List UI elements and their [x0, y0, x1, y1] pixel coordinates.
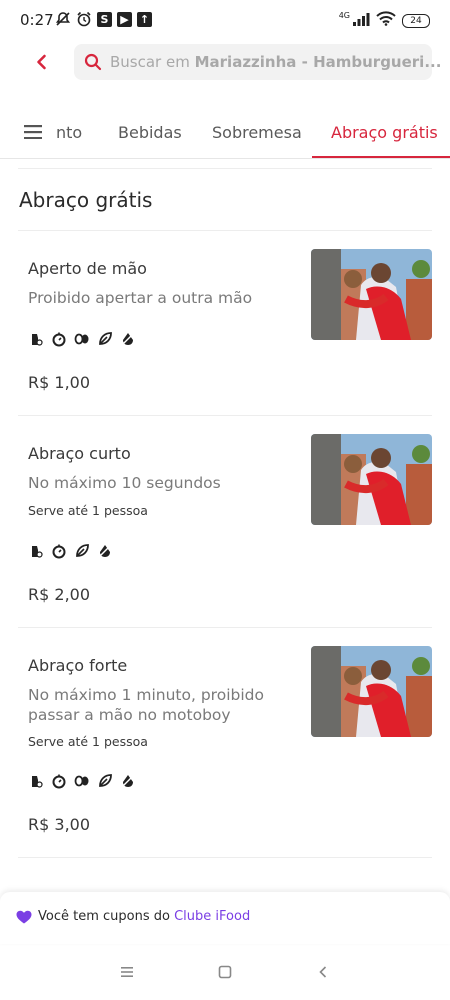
item-tags	[28, 773, 136, 789]
divider	[18, 168, 432, 169]
alarm-icon	[76, 11, 92, 27]
organic-icon	[74, 773, 90, 789]
vegetarian-icon	[28, 331, 44, 347]
organic-icon	[74, 331, 90, 347]
divider	[18, 857, 432, 858]
search-placeholder-store: Mariazzinha - Hamburgueri...	[194, 53, 442, 71]
network-type: 4G	[338, 11, 350, 20]
search-icon	[84, 53, 102, 71]
system-nav-bar	[0, 946, 450, 1000]
wifi-icon	[376, 11, 396, 30]
item-tags	[28, 331, 136, 347]
search-placeholder-prefix: Buscar em	[110, 53, 195, 71]
item-serves: Serve até 1 pessoa	[28, 734, 148, 749]
item-description: No máximo 1 minuto, proibido passar a mã…	[28, 686, 264, 724]
back-nav-button[interactable]	[315, 964, 331, 980]
item-name: Aperto de mão	[28, 259, 147, 278]
item-price: R$ 2,00	[28, 585, 91, 604]
tab-sobremesa[interactable]: Sobremesa	[212, 123, 302, 142]
item-tags	[28, 543, 113, 559]
menu-item[interactable]: Abraço curto No máximo 10 segundos Serve…	[0, 415, 450, 627]
section-title: Abraço grátis	[19, 188, 153, 212]
coupon-text: Você tem cupons do Clube iFood	[38, 909, 250, 924]
menu-icon[interactable]	[24, 124, 42, 140]
item-photo	[311, 646, 432, 737]
menu-item[interactable]: Abraço forte No máximo 1 minuto, proibid…	[0, 627, 450, 857]
status-time: 0:27	[20, 11, 54, 29]
item-photo	[311, 434, 432, 525]
item-name: Abraço forte	[28, 656, 128, 675]
search-bar[interactable]: Buscar em Mariazzinha - Hamburgueri...	[74, 44, 441, 80]
youtube-icon: ▶	[117, 11, 132, 27]
home-button[interactable]	[217, 964, 233, 980]
vegan-icon	[51, 543, 67, 559]
menu-item[interactable]: Aperto de mão Proibido apertar a outra m…	[0, 230, 450, 415]
active-tab-indicator	[312, 156, 450, 158]
heart-icon	[16, 909, 32, 924]
leaf-icon	[97, 773, 113, 789]
item-description: Proibido apertar a outra mão	[28, 289, 253, 307]
category-tabs: nto Bebidas Sobremesa Abraço grátis	[0, 106, 450, 159]
vegetarian-icon	[28, 773, 44, 789]
leaf-icon	[97, 331, 113, 347]
upload-icon: ↑	[137, 11, 152, 27]
back-button[interactable]	[30, 50, 54, 74]
tab-abraco-gratis[interactable]: Abraço grátis	[331, 123, 438, 142]
signal-icon	[352, 11, 370, 30]
coupon-text-prefix: Você tem cupons do	[38, 909, 175, 924]
leaf-icon	[74, 543, 90, 559]
search-input[interactable]: Buscar em Mariazzinha - Hamburgueri...	[110, 53, 441, 71]
app-s-icon: S	[97, 11, 112, 27]
item-price: R$ 3,00	[28, 815, 91, 834]
item-name: Abraço curto	[28, 444, 131, 463]
coupon-banner[interactable]: Você tem cupons do Clube iFood	[0, 892, 450, 944]
sugar-free-icon	[120, 331, 136, 347]
item-photo	[311, 249, 432, 340]
vegan-icon	[51, 773, 67, 789]
item-description: No máximo 10 segundos	[28, 474, 221, 492]
tab-previous[interactable]: nto	[56, 123, 82, 142]
search-row: Buscar em Mariazzinha - Hamburgueri...	[0, 40, 450, 90]
item-price: R$ 1,00	[28, 373, 91, 392]
item-serves: Serve até 1 pessoa	[28, 503, 148, 518]
status-bar: 0:27 S ▶ ↑ 4G 24	[0, 0, 450, 40]
battery-indicator: 24	[402, 13, 430, 28]
sugar-free-icon	[97, 543, 113, 559]
recent-apps-button[interactable]	[119, 964, 135, 980]
tab-bebidas[interactable]: Bebidas	[118, 123, 182, 142]
vegetarian-icon	[28, 543, 44, 559]
sugar-free-icon	[120, 773, 136, 789]
clube-ifood-link[interactable]: Clube iFood	[174, 909, 250, 924]
vegan-icon	[51, 331, 67, 347]
muted-bell-icon	[55, 11, 71, 27]
